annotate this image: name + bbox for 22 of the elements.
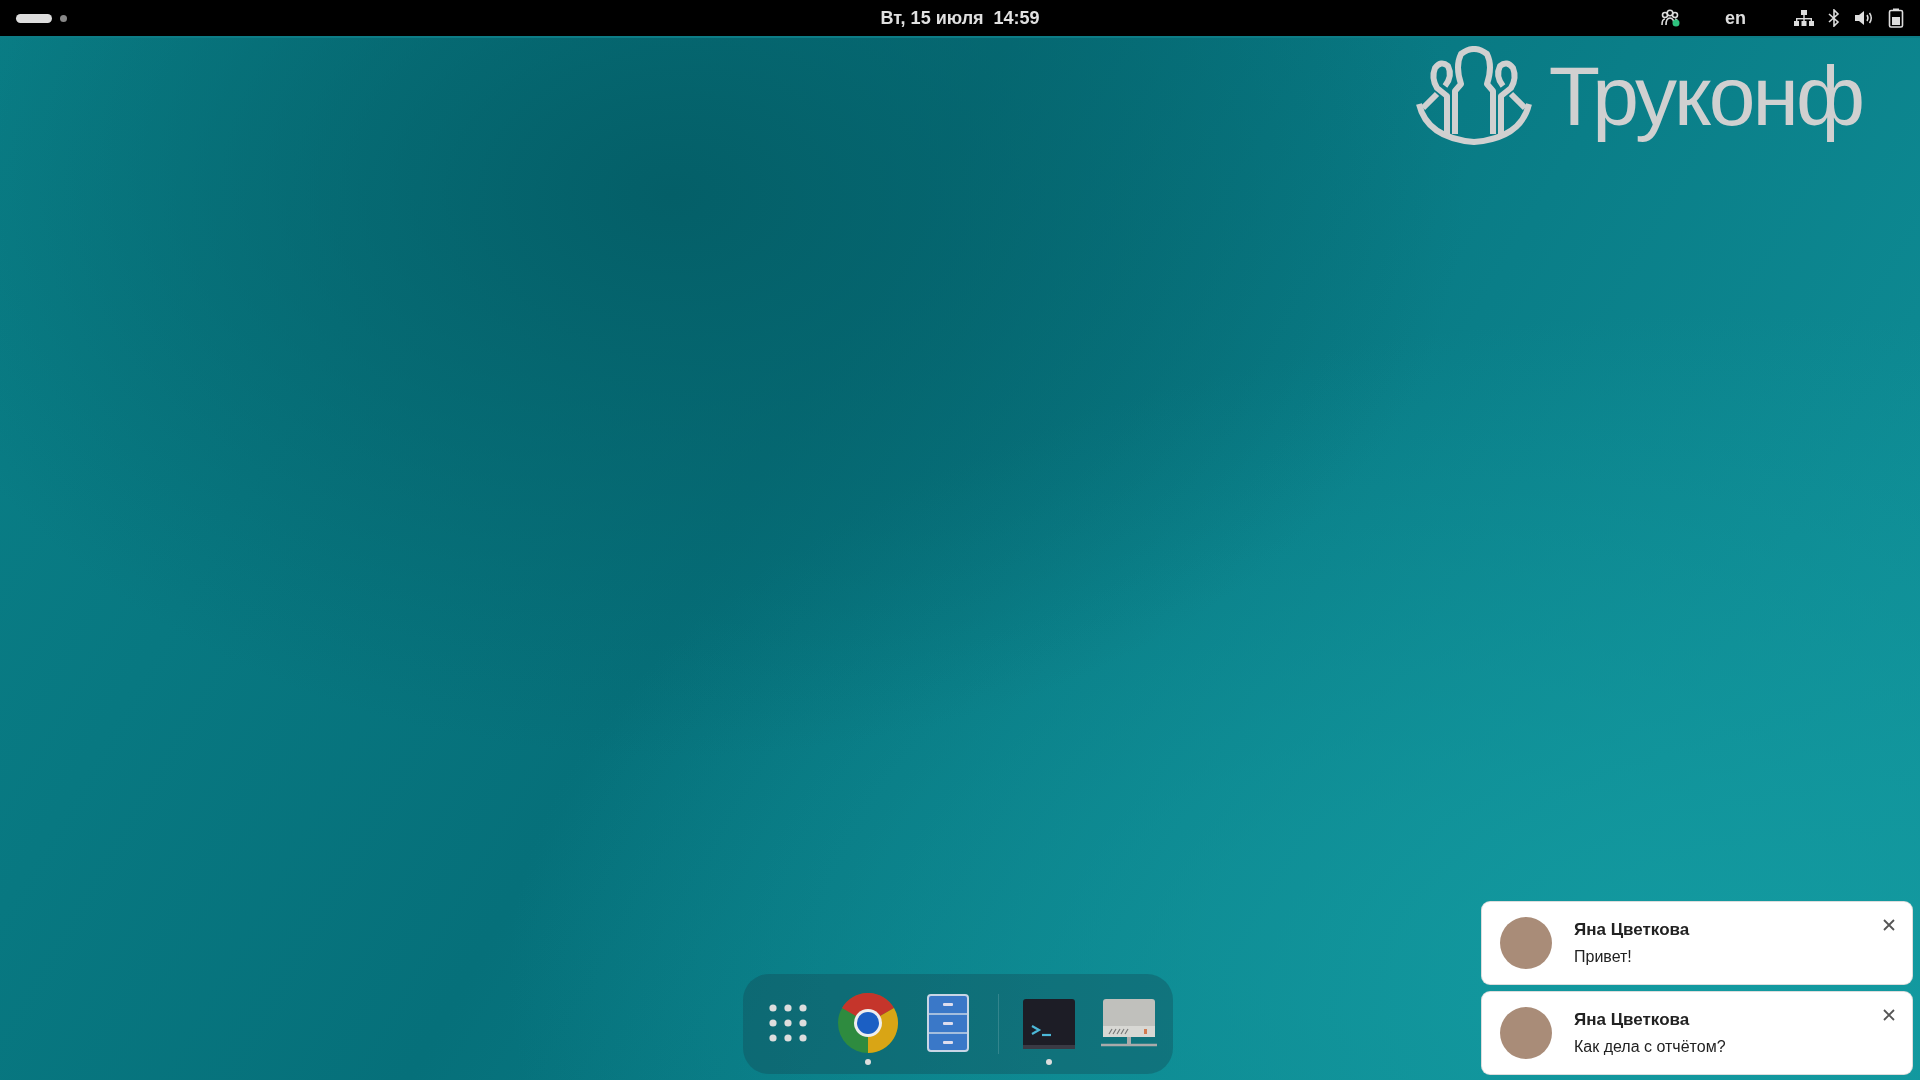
volume-icon[interactable] <box>1854 9 1874 27</box>
network-icon[interactable] <box>1794 9 1814 27</box>
workspace-indicator[interactable] <box>60 14 67 22</box>
notification-message: Как дела с отчётом? <box>1574 1038 1726 1056</box>
notification-sender: Яна Цветкова <box>1574 1010 1691 1030</box>
browser-icon[interactable] <box>837 993 898 1053</box>
bluetooth-icon[interactable] <box>1828 9 1840 27</box>
avatar <box>1500 1007 1552 1059</box>
workspace-indicator[interactable] <box>16 13 52 23</box>
notification-message: Привет! <box>1574 948 1633 966</box>
close-icon[interactable] <box>1882 1008 1896 1022</box>
logo-wordmark: Труконф <box>1548 49 1862 143</box>
notification-card[interactable]: Яна Цветкова Как дела с отчётом? <box>1482 992 1912 1074</box>
notification-sender: Яна Цветкова <box>1574 920 1690 940</box>
notification-card[interactable]: Яна Цветкова Привет! <box>1482 902 1912 984</box>
battery-icon[interactable] <box>1888 8 1904 28</box>
close-icon[interactable] <box>1882 918 1896 932</box>
people-logo-icon <box>1414 46 1533 146</box>
keyboard-layout[interactable]: en <box>1725 7 1746 29</box>
avatar <box>1500 917 1552 969</box>
clock[interactable]: Вт, 15 июля 14:59 <box>880 7 1040 29</box>
people-icon[interactable] <box>1659 8 1681 28</box>
